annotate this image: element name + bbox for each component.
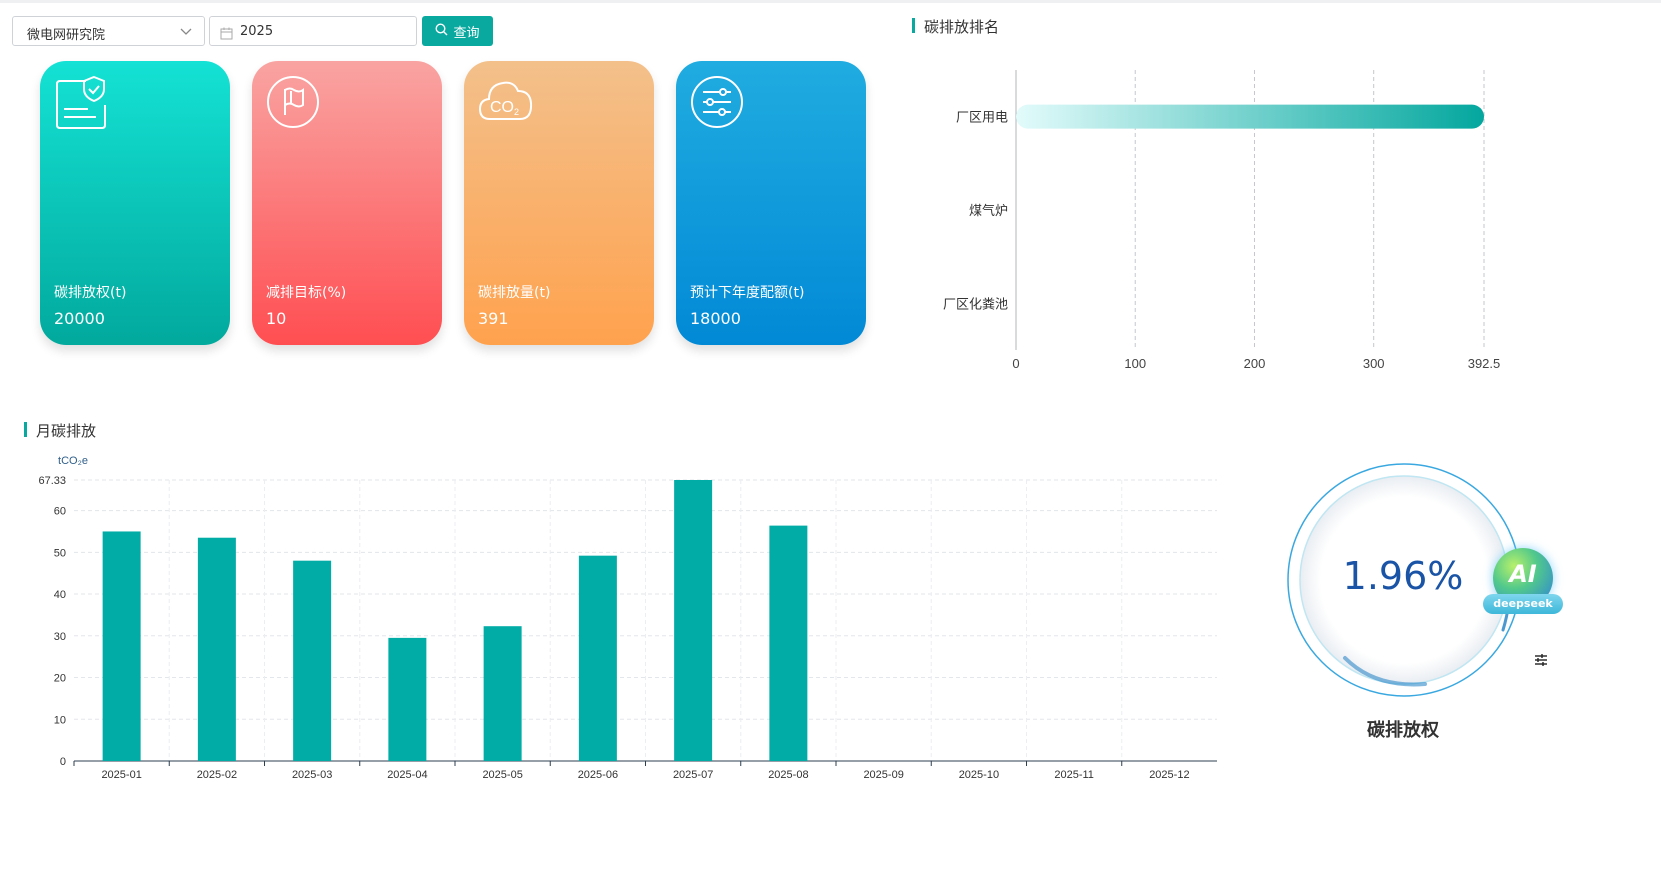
kpi-label: 碳排放权(t) [54, 285, 127, 301]
month-x-tick: 2025-08 [768, 769, 808, 781]
kpi-label: 碳排放量(t) [478, 285, 551, 301]
ai-brand-label: deepseek [1483, 594, 1563, 614]
query-button-label: 查询 [453, 25, 480, 41]
ranking-bar-chart: 0 100 200 300 392.5 厂区用电煤气炉厂区化粪池 [943, 70, 1501, 371]
settings-sliders-icon[interactable] [1533, 652, 1549, 671]
month-x-tick: 2025-03 [292, 769, 332, 781]
month-y-tick: 10 [54, 714, 66, 726]
monthly-section-title: 月碳排放 [24, 420, 96, 441]
month-y-tick: 50 [54, 547, 66, 559]
svg-text:CO: CO [490, 99, 514, 116]
month-y-tick: 20 [54, 673, 66, 685]
query-button[interactable]: 查询 [422, 16, 493, 46]
month-x-tick: 2025-06 [578, 769, 618, 781]
month-x-tick: 2025-12 [1149, 769, 1189, 781]
rank-category-label: 厂区用电 [956, 110, 1008, 125]
document-shield-icon [54, 75, 108, 133]
month-y-axis-label: tCO₂e [58, 455, 88, 467]
ranking-section-title: 碳排放排名 [912, 16, 999, 37]
ai-label: AI [1509, 560, 1537, 588]
rank-x-tick: 0 [1012, 356, 1019, 371]
co2-cloud-icon: CO 2 [478, 75, 534, 127]
rank-category-label: 厂区化粪池 [943, 296, 1008, 311]
gauge-title: 碳排放权 [1367, 720, 1439, 741]
kpi-value: 18000 [690, 309, 741, 328]
month-bar [388, 637, 427, 761]
month-y-tick: 67.33 [38, 475, 66, 487]
month-y-tick: 0 [60, 756, 66, 768]
year-picker[interactable]: 2025 [209, 16, 417, 46]
kpi-card-emission-amount: CO 2 碳排放量(t) 391 [464, 61, 654, 345]
kpi-value: 10 [266, 309, 287, 328]
sliders-icon [690, 75, 744, 133]
rank-category-label: 煤气炉 [969, 203, 1008, 218]
kpi-card-emission-rights: 碳排放权(t) 20000 [40, 61, 230, 345]
kpi-card-next-year-quota: 预计下年度配额(t) 18000 [676, 61, 866, 345]
rank-x-tick: 200 [1244, 356, 1266, 371]
rank-x-tick: 392.5 [1468, 356, 1501, 371]
month-bar [578, 555, 617, 761]
top-divider [0, 0, 1661, 3]
month-x-tick: 2025-05 [482, 769, 522, 781]
rank-bar [1016, 104, 1484, 129]
kpi-label: 减排目标(%) [266, 285, 347, 301]
monthly-bar-chart: tCO₂e 0 10 20 30 40 50 60 67.33 2025-01 2025-02 202… [38, 455, 1217, 781]
deepseek-ai-button[interactable]: AI deepseek [1483, 546, 1563, 618]
chevron-down-icon [180, 23, 192, 43]
month-bar [197, 537, 236, 761]
month-x-tick: 2025-09 [863, 769, 903, 781]
kpi-value: 391 [478, 309, 509, 328]
year-picker-value: 2025 [240, 24, 274, 39]
svg-text:2: 2 [514, 107, 519, 117]
month-y-tick: 60 [54, 506, 66, 518]
organization-select[interactable]: 微电网研究院 [12, 16, 205, 46]
month-bar [483, 626, 522, 761]
rank-x-tick: 100 [1124, 356, 1146, 371]
month-x-tick: 2025-04 [387, 769, 427, 781]
month-y-tick: 30 [54, 631, 66, 643]
month-bar [674, 480, 713, 761]
kpi-value: 20000 [54, 309, 105, 328]
month-x-tick: 2025-10 [959, 769, 999, 781]
rank-x-tick: 300 [1363, 356, 1385, 371]
month-bar [102, 531, 141, 761]
month-bar [293, 560, 332, 761]
kpi-card-reduction-target: 减排目标(%) 10 [252, 61, 442, 345]
month-x-tick: 2025-01 [101, 769, 141, 781]
month-x-tick: 2025-11 [1054, 769, 1094, 781]
month-y-tick: 40 [54, 589, 66, 601]
flag-icon [266, 75, 320, 133]
organization-select-value: 微电网研究院 [27, 28, 106, 43]
search-icon [435, 22, 448, 40]
month-x-tick: 2025-07 [673, 769, 713, 781]
kpi-label: 预计下年度配额(t) [690, 285, 805, 301]
month-bar [769, 525, 808, 761]
month-x-tick: 2025-02 [197, 769, 237, 781]
calendar-icon [220, 25, 233, 44]
